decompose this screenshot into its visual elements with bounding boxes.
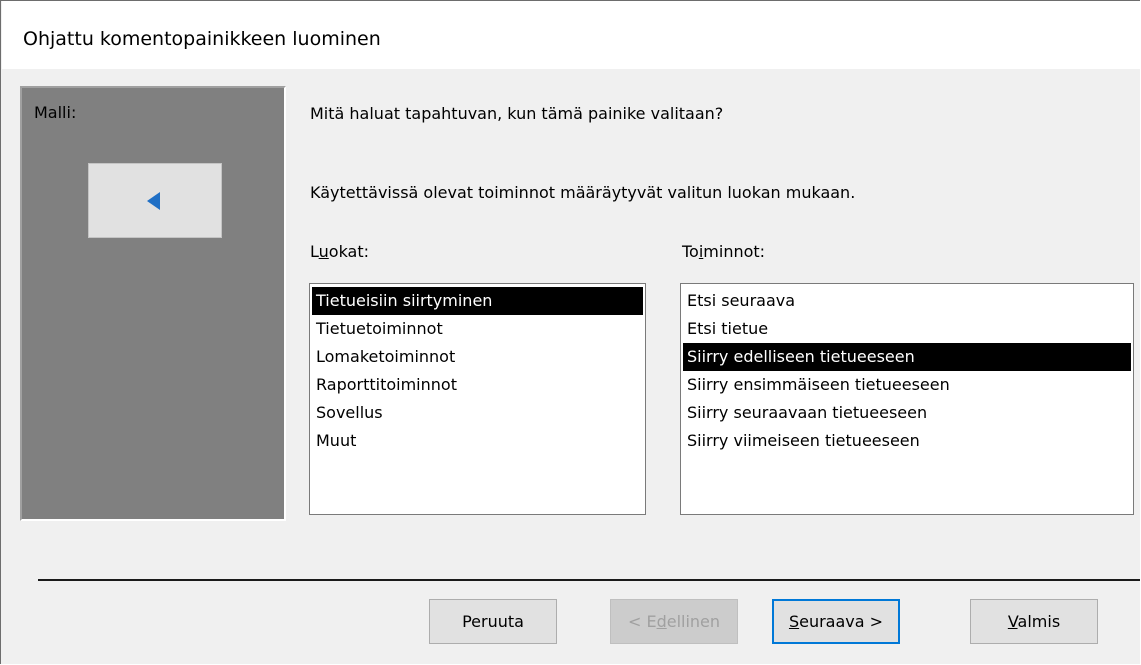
separator-line [38, 579, 1140, 581]
actions-label: Toiminnot: [682, 242, 766, 261]
actions-listbox[interactable]: Etsi seuraava Etsi tietue Siirry edellis… [680, 283, 1134, 515]
list-item[interactable]: Siirry ensimmäiseen tietueeseen [683, 371, 1131, 399]
next-button[interactable]: Seuraava > [772, 599, 900, 644]
left-triangle-icon [147, 192, 160, 210]
cancel-button-label: Peruuta [462, 612, 524, 631]
question-text: Mitä haluat tapahtuvan, kun tämä painike… [310, 104, 724, 123]
list-item[interactable]: Tietuetoiminnot [312, 315, 643, 343]
list-item[interactable]: Siirry viimeiseen tietueeseen [683, 427, 1131, 455]
preview-label: Malli: [34, 103, 77, 122]
window-title: Ohjattu komentopainikkeen luominen [23, 28, 381, 50]
list-item[interactable]: Siirry seuraavaan tietueeseen [683, 399, 1131, 427]
title-bar: Ohjattu komentopainikkeen luominen [2, 1, 1140, 69]
list-item[interactable]: Tietueisiin siirtyminen [312, 287, 643, 315]
finish-button[interactable]: Valmis [970, 599, 1098, 644]
list-item[interactable]: Raporttitoiminnot [312, 371, 643, 399]
info-text: Käytettävissä olevat toiminnot määräytyv… [310, 183, 856, 202]
list-item[interactable]: Sovellus [312, 399, 643, 427]
categories-listbox[interactable]: Tietueisiin siirtyminen Tietuetoiminnot … [309, 283, 646, 515]
categories-label: Luokat: [310, 242, 370, 261]
list-item[interactable]: Lomaketoiminnot [312, 343, 643, 371]
sample-button-preview [88, 163, 222, 238]
previous-button[interactable]: < Edellinen [610, 599, 738, 644]
list-item[interactable]: Etsi seuraava [683, 287, 1131, 315]
list-item[interactable]: Siirry edelliseen tietueeseen [683, 343, 1131, 371]
list-item[interactable]: Etsi tietue [683, 315, 1131, 343]
wizard-window: Ohjattu komentopainikkeen luominen Malli… [0, 0, 1140, 664]
preview-panel: Malli: [20, 86, 286, 521]
list-item[interactable]: Muut [312, 427, 643, 455]
cancel-button[interactable]: Peruuta [429, 599, 557, 644]
